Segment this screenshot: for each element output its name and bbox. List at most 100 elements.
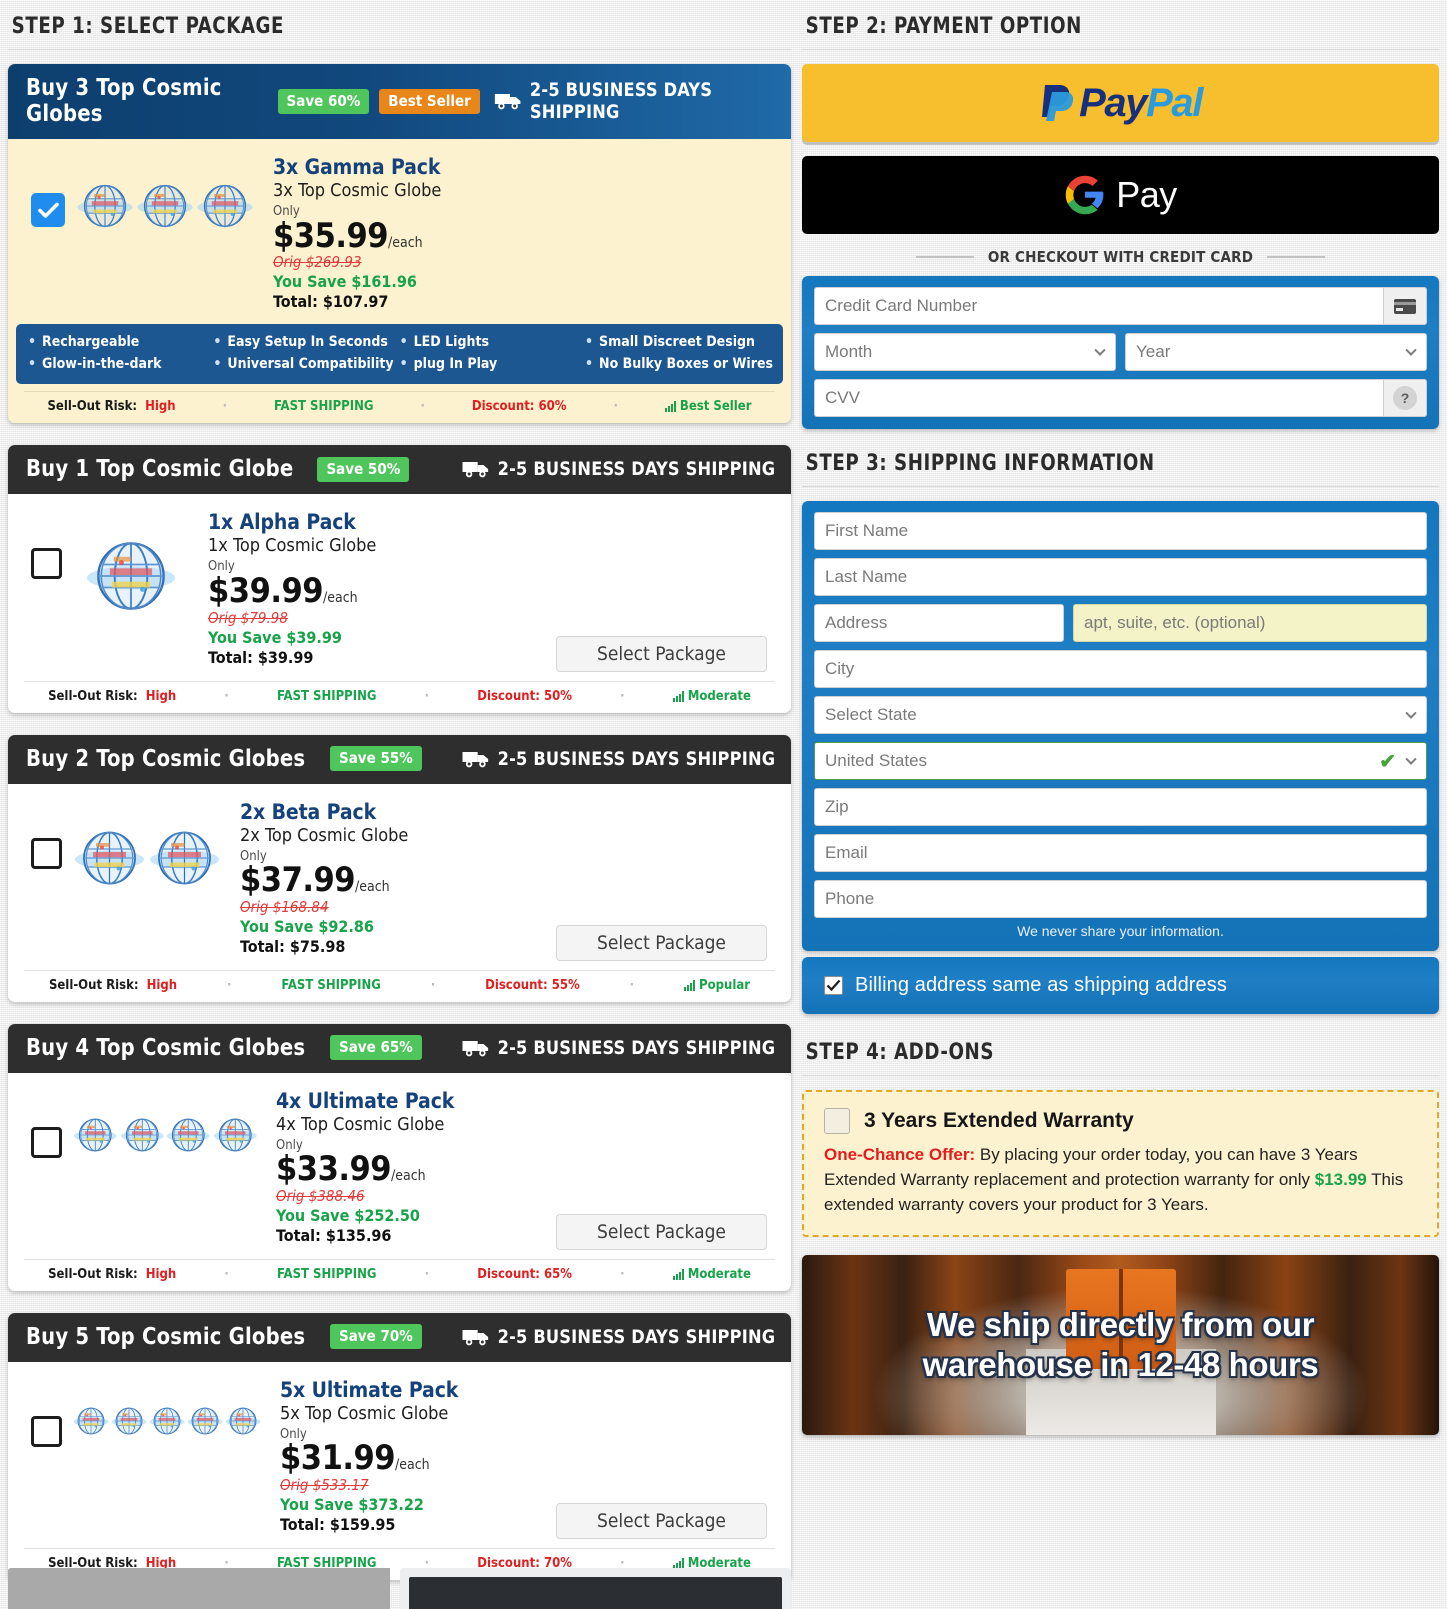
offer-label: One-Chance Offer: (824, 1145, 976, 1164)
warranty-checkbox[interactable] (824, 1108, 850, 1134)
sell-out-risk-value: High (145, 1266, 177, 1282)
first-name-field[interactable]: First Name (814, 512, 1427, 550)
month-placeholder: Month (825, 342, 873, 361)
package-subtitle: 4x Top Cosmic Globe (276, 1113, 445, 1135)
feature-item: Small Discreet Design (583, 332, 773, 354)
shipping-eta-label: 2-5 BUSINESS DAYS SHIPPING (497, 458, 775, 481)
question-mark-icon: ? (1393, 386, 1417, 410)
package-header: Buy 2 Top Cosmic Globes Save 55% 2-5 BUS… (8, 734, 791, 784)
footer-separator: · (224, 1266, 229, 1282)
fast-shipping-label: FAST SHIPPING (277, 688, 377, 704)
feature-item: plug In Play (398, 354, 579, 376)
cvv-placeholder: CVV (825, 388, 860, 407)
card-number-field[interactable]: Credit Card Number (814, 287, 1427, 325)
feature-bar: RechargeableGlow-in-the-darkEasy Setup I… (16, 324, 783, 385)
package-body: 4x Ultimate Pack 4x Top Cosmic Globe Onl… (8, 1073, 791, 1252)
billing-checkbox[interactable] (824, 976, 843, 995)
state-select[interactable]: Select State (814, 696, 1427, 734)
package-footer: Sell-Out Risk: High · FAST SHIPPING · Di… (24, 1258, 775, 1291)
offer-price: $13.99 (1314, 1170, 1367, 1190)
package-checkbox[interactable] (31, 548, 62, 580)
discount-label: Discount: 60% (471, 399, 567, 415)
package-checkbox[interactable] (31, 837, 62, 869)
billing-same-row[interactable]: Billing address same as shipping address (802, 957, 1439, 1014)
package-savings: You Save $252.50 (276, 1205, 420, 1225)
paypal-button[interactable]: Pay Pal (802, 64, 1439, 142)
last-name-field[interactable]: Last Name (814, 558, 1427, 596)
cosmic-globe-icon (137, 184, 193, 228)
sell-out-risk-value: High (145, 399, 176, 415)
save-badge: Save 70% (329, 1324, 422, 1350)
package-card[interactable]: Buy 4 Top Cosmic Globes Save 65% 2-5 BUS… (8, 1023, 791, 1291)
warranty-addon-card[interactable]: 3 Years Extended Warranty One-Chance Off… (802, 1090, 1439, 1238)
package-checkbox[interactable] (31, 193, 65, 227)
select-package-button[interactable]: Select Package (556, 1213, 767, 1250)
package-card[interactable]: Buy 1 Top Cosmic Globe Save 50% 2-5 BUSI… (8, 445, 791, 713)
shipping-eta: 2-5 BUSINESS DAYS SHIPPING (462, 748, 775, 770)
shipping-form: First Name Last Name Address apt, suite,… (802, 501, 1439, 951)
address-row: Address apt, suite, etc. (optional) (814, 604, 1427, 650)
bottom-dark-bar (409, 1577, 782, 1609)
country-select[interactable]: United States ✔ (814, 742, 1427, 780)
expiry-year-select[interactable]: Year (1125, 333, 1427, 371)
select-package-button[interactable]: Select Package (556, 635, 767, 672)
apt-field[interactable]: apt, suite, etc. (optional) (1073, 604, 1427, 642)
popularity-label: Best Seller (664, 399, 751, 414)
truck-icon (462, 751, 488, 767)
package-savings: You Save $39.99 (208, 627, 342, 647)
package-header-title: Buy 4 Top Cosmic Globes (26, 1034, 306, 1061)
divider-text: OR CHECKOUT WITH CREDIT CARD (987, 248, 1254, 266)
shipping-eta-label: 2-5 BUSINESS DAYS SHIPPING (497, 747, 775, 770)
popularity-label: Moderate (672, 1267, 751, 1282)
package-header-title: Buy 5 Top Cosmic Globes (26, 1323, 306, 1350)
package-total: Total: $159.95 (280, 1514, 396, 1534)
step1-divider (8, 49, 791, 50)
package-price: $33.99/each (276, 1149, 426, 1190)
package-card[interactable]: Buy 2 Top Cosmic Globes Save 55% 2-5 BUS… (8, 734, 791, 1002)
phone-field[interactable]: Phone (814, 880, 1427, 918)
select-package-button[interactable]: Select Package (556, 1502, 767, 1539)
chevron-down-icon (1405, 344, 1417, 356)
package-checkbox[interactable] (31, 1415, 62, 1447)
step4-heading: STEP 4: ADD-ONS (805, 1040, 995, 1065)
first-name-placeholder: First Name (825, 521, 909, 540)
country-value: United States (825, 751, 928, 770)
expiry-month-select[interactable]: Month (814, 333, 1116, 371)
email-field[interactable]: Email (814, 834, 1427, 872)
cosmic-globe-icon (225, 1407, 261, 1435)
save-badge: Save 50% (317, 456, 410, 482)
city-field[interactable]: City (814, 650, 1427, 688)
package-header: Buy 4 Top Cosmic Globes Save 65% 2-5 BUS… (8, 1023, 791, 1073)
package-header: Buy 3 Top Cosmic Globes Save 60% Best Se… (8, 64, 791, 139)
feature-column: Easy Setup In SecondsUniversal Compatibi… (211, 332, 393, 375)
package-total: Total: $107.97 (273, 292, 389, 312)
gpay-button[interactable]: Pay (802, 156, 1439, 234)
package-header-left: Buy 3 Top Cosmic Globes Save 60% Best Se… (26, 75, 480, 127)
package-footer: Sell-Out Risk: High · FAST SHIPPING · Di… (24, 391, 775, 423)
package-card[interactable]: Buy 3 Top Cosmic Globes Save 60% Best Se… (8, 64, 791, 424)
cvv-field[interactable]: CVV ? (814, 379, 1427, 417)
package-card[interactable]: Buy 5 Top Cosmic Globes Save 70% 2-5 BUS… (8, 1312, 791, 1580)
divider-line-left (915, 256, 974, 258)
zip-field[interactable]: Zip (814, 788, 1427, 826)
package-body: 5x Ultimate Pack 5x Top Cosmic Globe Onl… (8, 1362, 791, 1541)
sell-out-risk: Sell-Out Risk: High (48, 977, 178, 993)
package-body: 2x Beta Pack 2x Top Cosmic Globe Only $3… (8, 784, 791, 963)
select-package-column: STEP 1: SELECT PACKAGE Buy 3 Top Cosmic … (8, 0, 791, 1602)
address-field[interactable]: Address (814, 604, 1064, 642)
package-savings: You Save $373.22 (280, 1494, 424, 1514)
footer-separator: · (227, 977, 232, 993)
warranty-header: 3 Years Extended Warranty (824, 1108, 1417, 1134)
cosmic-globe-icon (197, 184, 253, 228)
bottom-partial-widgets (8, 1568, 791, 1609)
card-type-icon (1383, 287, 1427, 325)
footer-separator: · (420, 399, 425, 415)
select-package-button[interactable]: Select Package (556, 924, 767, 961)
package-subtitle: 5x Top Cosmic Globe (280, 1402, 449, 1424)
package-info: 1x Alpha Pack 1x Top Cosmic Globe Only $… (208, 506, 376, 667)
cosmic-globe-icon (187, 1407, 223, 1435)
sell-out-risk-value: High (145, 688, 177, 704)
feature-item: Universal Compatibility (211, 354, 393, 376)
cvv-help-icon[interactable]: ? (1383, 379, 1427, 417)
package-checkbox[interactable] (31, 1126, 62, 1158)
